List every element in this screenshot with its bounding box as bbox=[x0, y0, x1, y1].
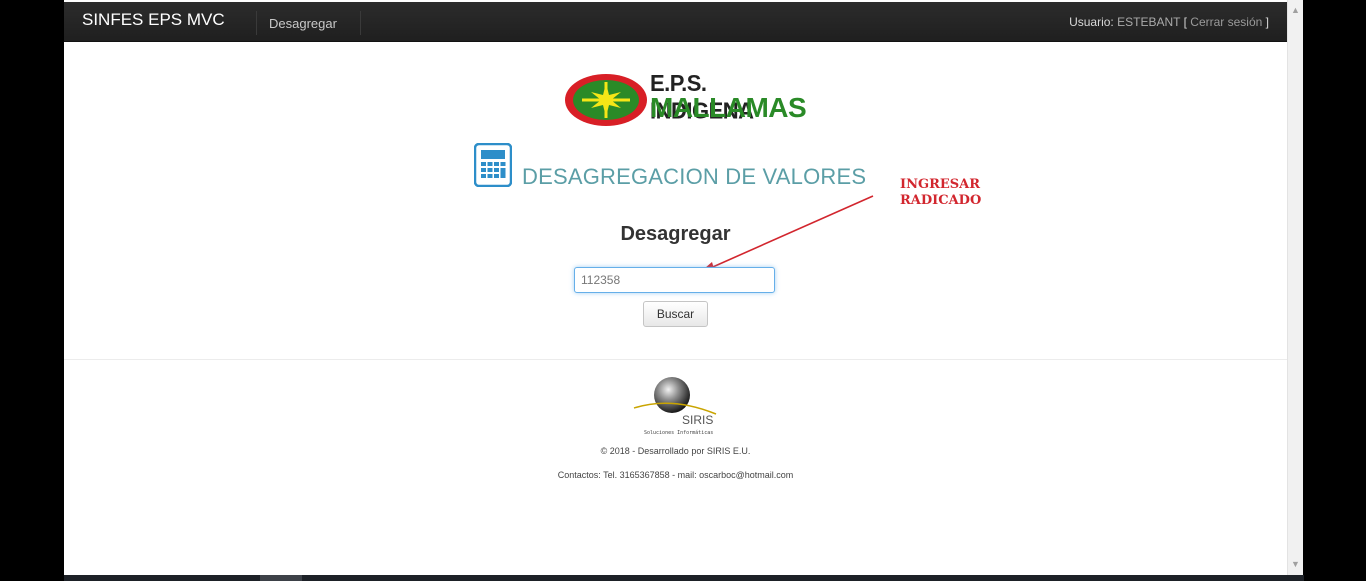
annotation-ingresar-radicado: INGRESAR RADICADO bbox=[900, 177, 981, 209]
navbar: SINFES EPS MVC Desagregar Usuario: ESTEB… bbox=[64, 2, 1287, 42]
mallamas-emblem-icon bbox=[565, 74, 647, 126]
contacts-text: Contactos: Tel. 3165367858 - mail: oscar… bbox=[557, 470, 794, 480]
taskbar bbox=[64, 575, 1304, 581]
annotation-line2: RADICADO bbox=[900, 193, 982, 208]
siris-logo: SIRIS Soluciones Informáticas bbox=[633, 377, 717, 436]
siris-logo-subtext: Soluciones Informáticas bbox=[644, 429, 713, 436]
nav-divider bbox=[256, 11, 257, 35]
copyright-text: © 2018 - Desarrollado por SIRIS E.U. bbox=[600, 446, 751, 456]
brand-link[interactable]: SINFES EPS MVC bbox=[82, 10, 225, 30]
radicado-input[interactable] bbox=[574, 267, 775, 293]
user-name: ESTEBANT bbox=[1117, 15, 1181, 29]
logout-link[interactable]: Cerrar sesión bbox=[1190, 15, 1262, 29]
taskbar-active-item[interactable] bbox=[260, 575, 302, 581]
nav-item-desagregar[interactable]: Desagregar bbox=[269, 16, 337, 31]
eps-mallamas-logo: E.P.S. INDIGENA MALLAMAS bbox=[564, 70, 807, 128]
vertical-scrollbar[interactable]: ▲ ▼ bbox=[1287, 0, 1303, 575]
siris-logo-text: SIRIS bbox=[682, 413, 713, 427]
bracket-open: [ bbox=[1183, 15, 1187, 29]
page-title: DESAGREGACION DE VALORES bbox=[522, 164, 867, 189]
scroll-up-icon[interactable]: ▲ bbox=[1291, 6, 1300, 15]
calculator-icon bbox=[474, 143, 512, 187]
nav-divider bbox=[360, 11, 361, 35]
search-button[interactable]: Buscar bbox=[643, 301, 708, 327]
user-label: Usuario: bbox=[1069, 15, 1114, 29]
bracket-close: ] bbox=[1265, 15, 1269, 29]
footer-divider bbox=[64, 359, 1287, 360]
form-heading: Desagregar bbox=[620, 223, 731, 245]
annotation-line1: INGRESAR bbox=[900, 177, 981, 192]
logo-line2: MALLAMAS bbox=[650, 92, 807, 123]
browser-viewport: SINFES EPS MVC Desagregar Usuario: ESTEB… bbox=[64, 0, 1287, 575]
user-info: Usuario: ESTEBANT [ Cerrar sesión ] bbox=[1069, 15, 1269, 29]
scroll-down-icon[interactable]: ▼ bbox=[1291, 560, 1300, 569]
